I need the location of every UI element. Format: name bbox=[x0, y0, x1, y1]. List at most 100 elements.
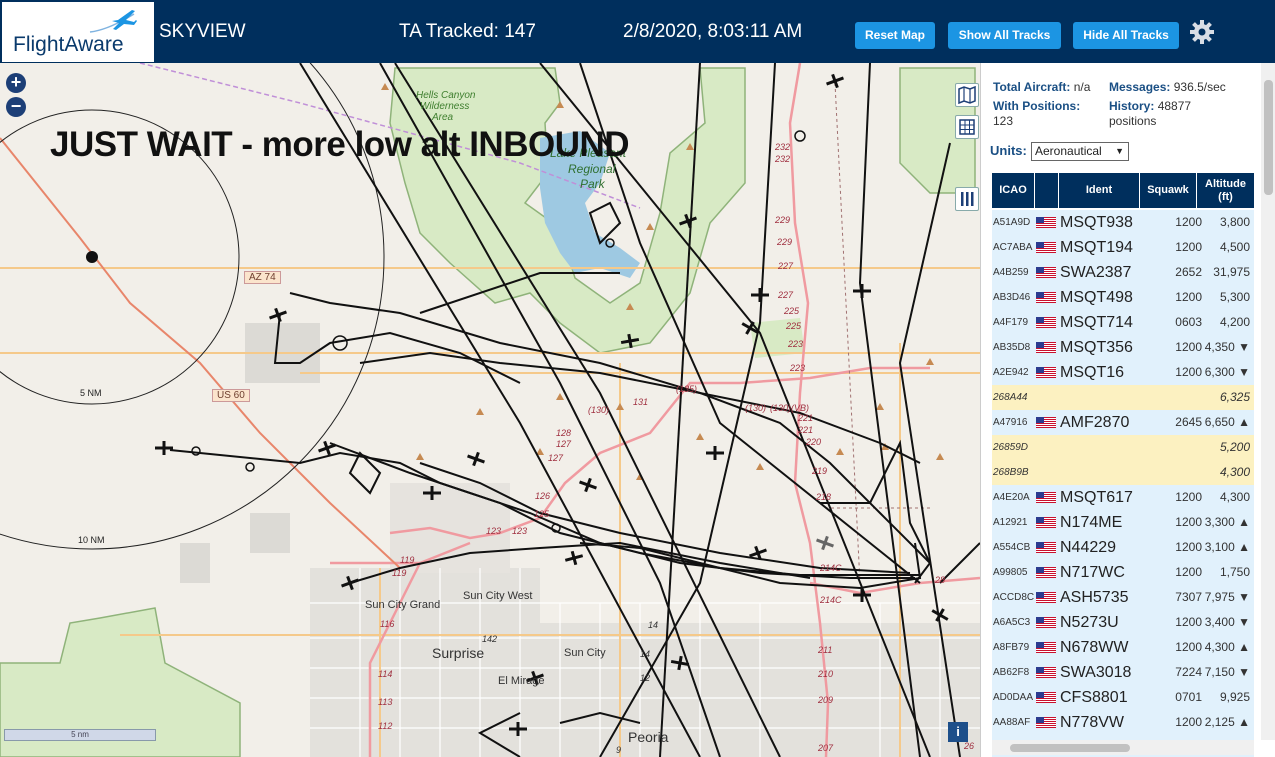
cell-ident: N174ME bbox=[1060, 514, 1123, 531]
hide-all-tracks-button[interactable]: Hide All Tracks bbox=[1073, 22, 1179, 49]
table-row[interactable]: A51A9D MSQT938 1200 3,800 bbox=[992, 210, 1254, 235]
columns-toggle-button[interactable] bbox=[955, 187, 979, 211]
cell-altitude: 4,300 bbox=[1219, 465, 1250, 479]
us-flag-icon bbox=[1036, 717, 1056, 728]
cell-icao: AB35D8 bbox=[993, 342, 1031, 353]
vertical-scrollbar[interactable] bbox=[1261, 63, 1275, 740]
cell-icao: A8FB79 bbox=[993, 642, 1030, 653]
table-row[interactable]: A4F179 MSQT714 0603 4,200 bbox=[992, 310, 1254, 335]
label-hells-canyon: Hells Canyon bbox=[416, 90, 476, 101]
road-number: 219 bbox=[812, 466, 828, 476]
grid-icon bbox=[959, 119, 975, 135]
table-row[interactable]: AB3D46 MSQT498 1200 5,300 bbox=[992, 285, 1254, 310]
table-row[interactable]: A2E942 MSQT16 1200 6,300 ▼ bbox=[992, 360, 1254, 385]
app-title: SKYVIEW bbox=[159, 21, 246, 42]
chevron-down-icon: ▼ bbox=[1115, 146, 1124, 156]
road-number: 119 bbox=[400, 555, 415, 565]
road-number: 225 bbox=[784, 306, 800, 316]
table-row[interactable]: ACCD8C ASH5735 7307 7,975 ▼ bbox=[992, 585, 1254, 610]
cell-icao: 268B9B bbox=[993, 467, 1029, 478]
cell-ident: N717WC bbox=[1060, 564, 1125, 581]
zoom-out-button[interactable]: − bbox=[6, 97, 26, 117]
road-number: (135) bbox=[676, 384, 698, 394]
road-number: 220 bbox=[806, 437, 822, 447]
column-header-ident[interactable]: Ident bbox=[1059, 173, 1139, 208]
label-peoria: Peoria bbox=[628, 729, 669, 745]
table-row[interactable]: A47916 AMF2870 2645 6,650 ▲ bbox=[992, 410, 1254, 435]
table-row[interactable]: A8FB79 N678WW 1200 4,300 ▲ bbox=[992, 635, 1254, 660]
us-flag-icon bbox=[1036, 267, 1056, 278]
label-sun-city-grand: Sun City Grand bbox=[365, 599, 441, 611]
cell-icao: 26859D bbox=[993, 442, 1029, 453]
cell-squawk: 0701 bbox=[1175, 690, 1202, 704]
table-row[interactable]: A99805 N717WC 1200 1,750 bbox=[992, 560, 1254, 585]
road-number: 223 bbox=[788, 339, 804, 349]
units-select[interactable]: Aeronautical ▼ bbox=[1031, 142, 1129, 161]
road-number: 114 bbox=[378, 669, 393, 679]
column-header-icao[interactable]: ICAO bbox=[992, 173, 1034, 208]
grid-toggle-button[interactable] bbox=[955, 115, 979, 139]
us-flag-icon bbox=[1036, 242, 1056, 253]
horizontal-scrollbar[interactable] bbox=[992, 740, 1254, 755]
column-header-flag[interactable] bbox=[1035, 173, 1058, 208]
map-view[interactable]: Hells Canyon Wilderness Area Lake Pleasa… bbox=[0, 63, 980, 757]
flightaware-logo[interactable]: FlightAware bbox=[2, 2, 154, 62]
table-row[interactable]: 268B9B 4,300 bbox=[992, 460, 1254, 485]
map-layers-button[interactable] bbox=[955, 83, 979, 107]
horizontal-scrollbar-thumb[interactable] bbox=[1010, 744, 1130, 752]
cell-icao: A12921 bbox=[993, 517, 1028, 528]
current-datetime: 2/8/2020, 8:03:11 AM bbox=[623, 21, 803, 42]
road-number: 14 bbox=[640, 649, 651, 659]
zoom-in-button[interactable]: + bbox=[6, 73, 26, 93]
cell-icao: ACCD8C bbox=[993, 592, 1035, 603]
table-row[interactable]: 268A44 6,325 bbox=[992, 385, 1254, 410]
cell-squawk: 1200 bbox=[1175, 515, 1202, 529]
table-row[interactable]: AB62F8 SWA3018 7224 7,150 ▼ bbox=[992, 660, 1254, 685]
range-ring-10nm: 10 NM bbox=[78, 535, 105, 545]
cell-ident: SWA2387 bbox=[1060, 264, 1132, 281]
cell-altitude: 7,150 ▼ bbox=[1204, 665, 1250, 679]
cell-ident: MSQT714 bbox=[1060, 314, 1133, 331]
cell-altitude: 4,300 ▲ bbox=[1204, 640, 1250, 654]
table-row[interactable]: AC7ABA MSQT194 1200 4,500 bbox=[992, 235, 1254, 260]
cell-icao: A4B259 bbox=[993, 267, 1029, 278]
cell-squawk: 1200 bbox=[1175, 215, 1202, 229]
cell-squawk: 0603 bbox=[1175, 315, 1202, 329]
table-row[interactable]: A6A5C3 N5273U 1200 3,400 ▼ bbox=[992, 610, 1254, 635]
road-number: 210 bbox=[818, 669, 834, 679]
info-button[interactable]: i bbox=[948, 722, 968, 742]
label-us60: US 60 bbox=[212, 389, 250, 402]
road-number: 123 bbox=[512, 526, 528, 536]
table-row[interactable]: AB35D8 MSQT356 1200 4,350 ▼ bbox=[992, 335, 1254, 360]
vertical-scrollbar-thumb[interactable] bbox=[1264, 80, 1273, 195]
cell-altitude: 6,325 bbox=[1219, 390, 1250, 404]
road-number: 223 bbox=[790, 363, 806, 373]
show-all-tracks-button[interactable]: Show All Tracks bbox=[948, 22, 1061, 49]
cell-icao: AB62F8 bbox=[993, 667, 1030, 678]
road-number: 125 bbox=[534, 509, 550, 519]
table-row[interactable]: A554CB N44229 1200 3,100 ▲ bbox=[992, 535, 1254, 560]
cell-icao: A99805 bbox=[993, 567, 1028, 578]
reset-map-button[interactable]: Reset Map bbox=[855, 22, 935, 49]
cell-icao: A51A9D bbox=[993, 217, 1031, 228]
table-row[interactable]: AA88AF N778VW 1200 2,125 ▲ bbox=[992, 710, 1254, 735]
table-row[interactable]: 26859D 5,200 bbox=[992, 435, 1254, 460]
road-number: 127 bbox=[556, 439, 572, 449]
gear-icon[interactable] bbox=[1189, 19, 1215, 45]
table-row[interactable]: A4B259 SWA2387 2652 31,975 bbox=[992, 260, 1254, 285]
label-sun-city-west: Sun City West bbox=[463, 590, 533, 602]
table-row[interactable]: A4E20A MSQT617 1200 4,300 bbox=[992, 485, 1254, 510]
columns-icon bbox=[961, 192, 974, 206]
cell-icao: AB3D46 bbox=[993, 292, 1031, 303]
cell-icao: A554CB bbox=[993, 542, 1031, 553]
history-label: History: bbox=[1109, 99, 1155, 113]
column-header-altitude[interactable]: Altitude (ft) bbox=[1197, 173, 1254, 208]
road-number: 209 bbox=[818, 695, 834, 705]
map-canvas[interactable] bbox=[0, 63, 980, 757]
cell-altitude: 1,750 bbox=[1219, 565, 1250, 579]
table-row[interactable]: A12921 N174ME 1200 3,300 ▲ bbox=[992, 510, 1254, 535]
column-header-squawk[interactable]: Squawk bbox=[1140, 173, 1196, 208]
cell-altitude: 4,300 bbox=[1219, 490, 1250, 504]
cell-squawk: 2645 bbox=[1175, 415, 1202, 429]
table-row[interactable]: AD0DAA CFS8801 0701 9,925 bbox=[992, 685, 1254, 710]
